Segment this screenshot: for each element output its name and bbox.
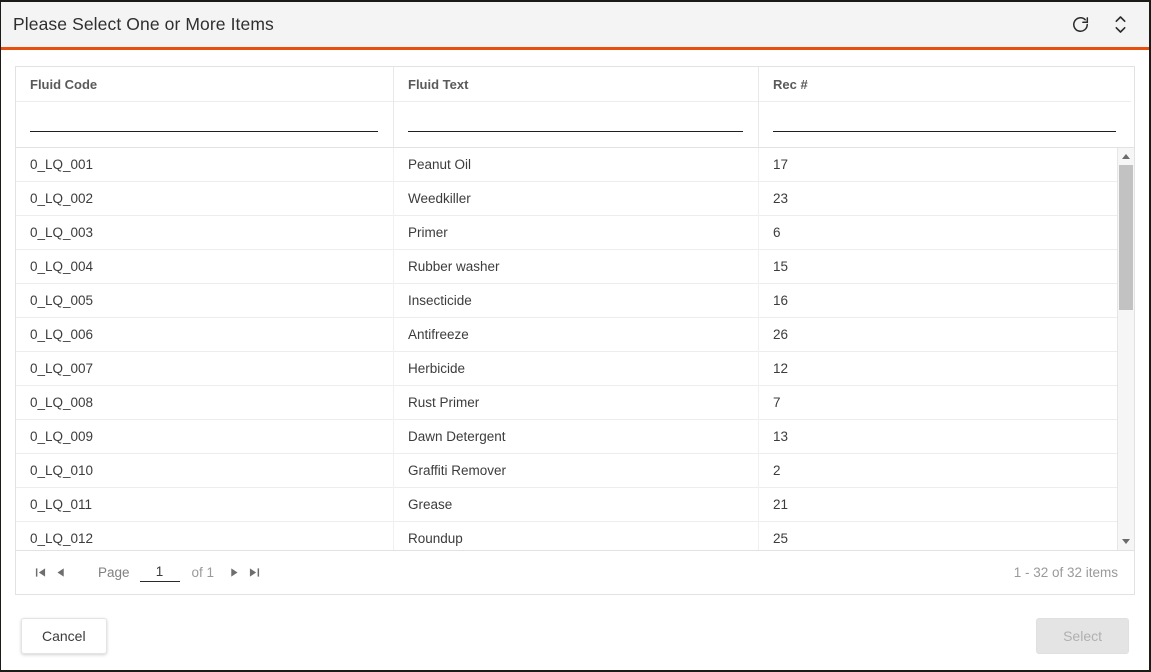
table-cell-rec: 7	[773, 394, 781, 410]
table-cell-rec: 13	[773, 428, 789, 444]
table-cell-fluid-text: Rubber washer	[394, 249, 759, 284]
grid-wrapper: Fluid Code Fluid Text Rec # 0_LQ_001 Pea…	[1, 50, 1149, 608]
scroll-down-arrow-icon[interactable]	[1117, 533, 1134, 550]
dialog-footer: Cancel Select	[1, 608, 1149, 670]
table-cell-fluid-text: Peanut Oil	[394, 148, 759, 182]
cancel-button[interactable]: Cancel	[21, 618, 107, 654]
pager-next-page-button[interactable]	[224, 561, 244, 585]
table-row[interactable]: 0_LQ_005 Insecticide 16	[16, 283, 1117, 318]
table-cell-fluid-code: 0_LQ_010	[16, 453, 394, 488]
column-fluid-text: Fluid Text	[394, 67, 759, 147]
scroll-up-arrow-icon[interactable]	[1117, 148, 1134, 165]
table-cell-fluid-text: Rust Primer	[394, 385, 759, 420]
filter-cell-rec-number	[759, 102, 1131, 147]
grid-body-outer: 0_LQ_001 Peanut Oil 17 0_LQ_002 Weedkiller 23…	[16, 148, 1134, 550]
table-row[interactable]: 0_LQ_012 Roundup 25	[16, 521, 1117, 550]
table-cell-fluid-text: Roundup	[394, 521, 759, 550]
table-cell-fluid-text: Graffiti Remover	[394, 453, 759, 488]
table-cell-fluid-text: Herbicide	[394, 351, 759, 386]
table-cell-fluid-code: 0_LQ_008	[16, 385, 394, 420]
grid-pager: Page of 1 1 - 32 of 32 items	[16, 550, 1134, 594]
pager-first-page-button[interactable]	[30, 561, 50, 585]
table-cell-rec: 15	[773, 258, 789, 274]
table-cell-fluid-text: Grease	[394, 487, 759, 522]
page-title: Please Select One or More Items	[13, 14, 274, 34]
table-cell-fluid-text: Insecticide	[394, 283, 759, 318]
scrollbar-track[interactable]	[1118, 165, 1135, 533]
table-cell-rec: 23	[773, 190, 789, 206]
column-header-label: Fluid Code	[16, 67, 393, 102]
table-cell-fluid-text: Primer	[394, 215, 759, 250]
table-row[interactable]: 0_LQ_009 Dawn Detergent 13	[16, 419, 1117, 454]
table-cell-fluid-code: 0_LQ_012	[16, 521, 394, 550]
grid-header-row: Fluid Code Fluid Text Rec #	[16, 67, 1134, 148]
table-cell-fluid-code: 0_LQ_004	[16, 249, 394, 284]
table-cell-rec: 17	[773, 156, 789, 172]
table-row[interactable]: 0_LQ_007 Herbicide 12	[16, 351, 1117, 386]
column-rec-number: Rec #	[759, 67, 1131, 147]
table-cell-rec: 21	[773, 496, 789, 512]
scrollbar-thumb[interactable]	[1118, 165, 1133, 310]
table-cell-rec: 2	[773, 462, 781, 478]
table-cell-fluid-code: 0_LQ_006	[16, 317, 394, 352]
filter-input-fluid-text[interactable]	[408, 112, 743, 132]
column-header-label: Rec #	[759, 67, 1131, 102]
table-cell-rec: 26	[773, 326, 789, 342]
table-row[interactable]: 0_LQ_004 Rubber washer 15	[16, 249, 1117, 284]
pager-total-pages-label: of 1	[191, 565, 215, 580]
pager-last-page-button[interactable]	[244, 561, 264, 585]
filter-input-fluid-code[interactable]	[30, 112, 378, 132]
table-row[interactable]: 0_LQ_011 Grease 21	[16, 487, 1117, 522]
table-row[interactable]: 0_LQ_008 Rust Primer 7	[16, 385, 1117, 420]
table-cell-fluid-text: Dawn Detergent	[394, 419, 759, 454]
expand-collapse-icon[interactable]	[1109, 14, 1131, 36]
table-row[interactable]: 0_LQ_010 Graffiti Remover 2	[16, 453, 1117, 488]
table-cell-fluid-code: 0_LQ_009	[16, 419, 394, 454]
column-fluid-code: Fluid Code	[16, 67, 394, 147]
refresh-icon[interactable]	[1069, 14, 1091, 36]
table-row[interactable]: 0_LQ_001 Peanut Oil 17	[16, 148, 1117, 182]
titlebar-actions	[1069, 14, 1131, 36]
table-cell-fluid-code: 0_LQ_003	[16, 215, 394, 250]
pager-previous-page-button[interactable]	[50, 561, 70, 585]
column-header-label: Fluid Text	[394, 67, 758, 102]
dialog-titlebar: Please Select One or More Items	[1, 2, 1149, 50]
table-cell-rec: 16	[773, 292, 789, 308]
table-cell-fluid-code: 0_LQ_002	[16, 181, 394, 216]
pager-page-label: Page	[98, 565, 130, 580]
table-cell-fluid-code: 0_LQ_007	[16, 351, 394, 386]
table-cell-fluid-text: Antifreeze	[394, 317, 759, 352]
item-selection-dialog: Please Select One or More Items Fluid Co	[0, 0, 1151, 672]
table-cell-rec: 25	[773, 530, 789, 546]
pager-item-range-label: 1 - 32 of 32 items	[1013, 565, 1118, 580]
table-row[interactable]: 0_LQ_003 Primer 6	[16, 215, 1117, 250]
table-cell-fluid-code: 0_LQ_001	[16, 148, 394, 182]
table-cell-fluid-text: Weedkiller	[394, 181, 759, 216]
filter-cell-fluid-code	[16, 102, 393, 147]
table-cell-rec: 12	[773, 360, 789, 376]
table-cell-rec: 6	[773, 224, 781, 240]
filter-input-rec-number[interactable]	[773, 112, 1116, 132]
grid-body[interactable]: 0_LQ_001 Peanut Oil 17 0_LQ_002 Weedkiller 23…	[16, 148, 1117, 550]
filter-cell-fluid-text	[394, 102, 758, 147]
table-row[interactable]: 0_LQ_006 Antifreeze 26	[16, 317, 1117, 352]
table-row[interactable]: 0_LQ_002 Weedkiller 23	[16, 181, 1117, 216]
pager-page-input[interactable]	[139, 563, 180, 582]
table-cell-fluid-code: 0_LQ_005	[16, 283, 394, 318]
select-button: Select	[1036, 618, 1129, 654]
grid-vertical-scrollbar[interactable]	[1117, 148, 1134, 550]
items-grid: Fluid Code Fluid Text Rec # 0_LQ_001 Pea…	[15, 66, 1135, 595]
table-cell-fluid-code: 0_LQ_011	[16, 487, 394, 522]
